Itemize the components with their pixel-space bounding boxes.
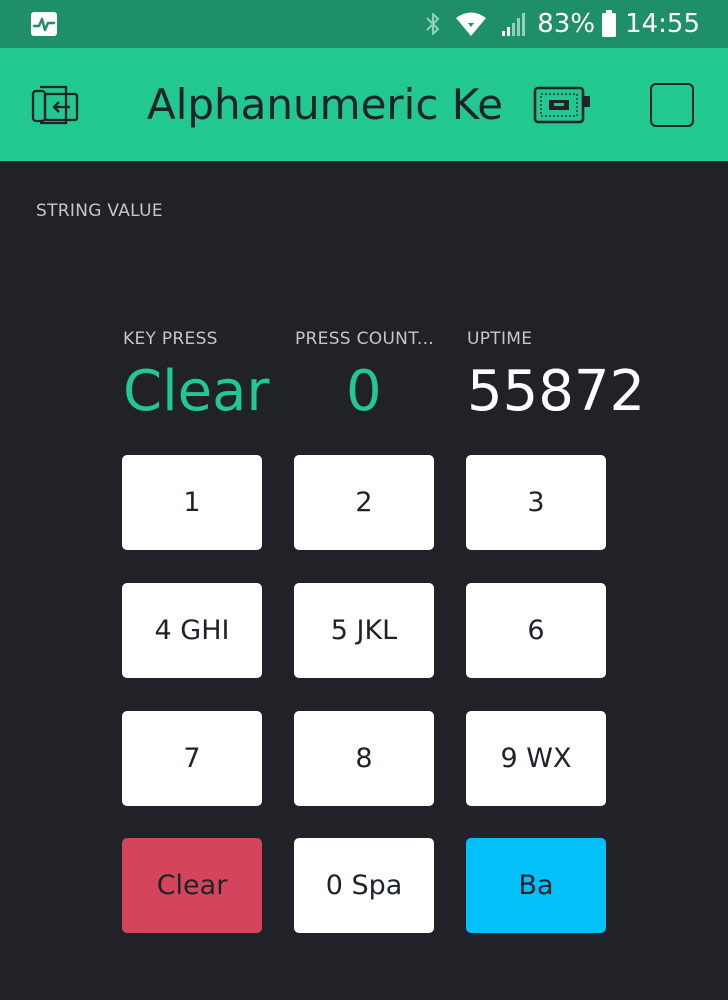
exit-icon[interactable] — [30, 82, 82, 128]
key-3-button[interactable]: 3 — [466, 455, 606, 550]
bluetooth-icon — [425, 11, 441, 37]
key-4-button[interactable]: 4 GHI — [122, 583, 262, 678]
press-count-label: PRESS COUNT... — [295, 329, 434, 349]
key-7-button[interactable]: 7 — [122, 711, 262, 806]
device-icon[interactable] — [532, 82, 592, 128]
battery-icon — [601, 10, 617, 38]
battery-percent: 83% — [537, 9, 596, 39]
cellular-signal-icon — [501, 11, 529, 37]
key-1-button[interactable]: 1 — [122, 455, 262, 550]
key-9-button[interactable]: 9 WX — [466, 711, 606, 806]
uptime-label: UPTIME — [467, 329, 533, 349]
key-press-value: Clear — [123, 359, 270, 424]
uptime-value: 55872 — [467, 359, 646, 424]
string-value-label: STRING VALUE — [36, 201, 163, 221]
backspace-button[interactable]: Ba — [466, 838, 606, 933]
stop-icon[interactable] — [650, 83, 694, 127]
activity-icon — [31, 12, 57, 36]
key-6-button[interactable]: 6 — [466, 583, 606, 678]
header-bar: Alphanumeric Keypad — [0, 48, 728, 161]
status-bar: 83% 14:55 — [0, 0, 728, 48]
clock: 14:55 — [625, 9, 700, 39]
press-count-value: 0 — [346, 359, 382, 424]
key-2-button[interactable]: 2 — [294, 455, 434, 550]
wifi-icon — [455, 11, 487, 37]
clear-button[interactable]: Clear — [122, 838, 262, 933]
key-5-button[interactable]: 5 JKL — [294, 583, 434, 678]
status-right-group: 83% 14:55 — [411, 0, 700, 48]
key-0-space-button[interactable]: 0 Spa — [294, 838, 434, 933]
key-8-button[interactable]: 8 — [294, 711, 434, 806]
key-press-label: KEY PRESS — [123, 329, 218, 349]
page-title: Alphanumeric Keypad — [147, 80, 502, 129]
